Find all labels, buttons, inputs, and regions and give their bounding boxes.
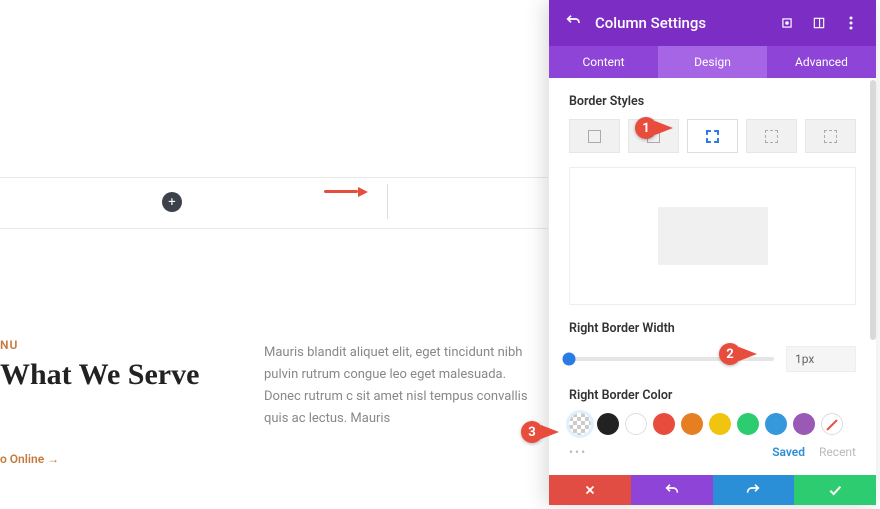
- action-bar: [549, 475, 876, 505]
- border-style-left[interactable]: [805, 119, 856, 153]
- callout-1: 1: [635, 117, 673, 139]
- order-online-link[interactable]: o Online →: [0, 452, 59, 466]
- back-icon[interactable]: [565, 13, 581, 33]
- preview-inner: [658, 207, 768, 265]
- discard-button[interactable]: [549, 475, 631, 505]
- swatch-green[interactable]: [737, 413, 759, 435]
- panel-header: Column Settings: [549, 0, 876, 46]
- tabs: Content Design Advanced: [549, 46, 876, 78]
- tab-content[interactable]: Content: [549, 46, 658, 78]
- swatch-blue[interactable]: [765, 413, 787, 435]
- add-section-button[interactable]: +: [162, 192, 182, 212]
- swatch-none[interactable]: [821, 413, 843, 435]
- divider: [0, 228, 548, 229]
- body-text: Mauris blandit aliquet elit, eget tincid…: [264, 342, 544, 430]
- right-border-width-label: Right Border Width: [569, 321, 856, 336]
- tab-design[interactable]: Design: [658, 46, 767, 78]
- slider-thumb[interactable]: [563, 353, 576, 366]
- swatch-yellow[interactable]: [709, 413, 731, 435]
- border-style-selector: [569, 119, 856, 153]
- recent-tab[interactable]: Recent: [819, 445, 856, 459]
- callout-2: 2: [719, 343, 757, 365]
- border-style-all[interactable]: [569, 119, 620, 153]
- section-eyebrow: NU: [0, 338, 18, 352]
- border-style-right[interactable]: [687, 119, 738, 153]
- tab-advanced[interactable]: Advanced: [767, 46, 876, 78]
- border-styles-label: Border Styles: [569, 94, 856, 109]
- column-separator: [387, 184, 388, 219]
- panel-title: Column Settings: [595, 14, 764, 32]
- page-title: What We Serve: [0, 358, 199, 392]
- undo-button[interactable]: [631, 475, 713, 505]
- border-style-bottom[interactable]: [746, 119, 797, 153]
- swatch-purple[interactable]: [793, 413, 815, 435]
- column-settings-panel: Column Settings Content Design Advanced …: [549, 0, 876, 505]
- redo-button[interactable]: [713, 475, 795, 505]
- plus-icon: +: [168, 196, 175, 209]
- right-border-color-label: Right Border Color: [569, 388, 856, 403]
- save-button[interactable]: [794, 475, 876, 505]
- saved-tab[interactable]: Saved: [772, 445, 805, 459]
- swatch-orange[interactable]: [681, 413, 703, 435]
- border-width-input[interactable]: 1px: [786, 346, 856, 372]
- swatch-transparent[interactable]: [569, 413, 591, 435]
- border-preview: [569, 167, 856, 305]
- more-dots-icon[interactable]: •••: [569, 445, 587, 459]
- expand-icon[interactable]: [778, 14, 796, 32]
- more-icon[interactable]: [842, 14, 860, 32]
- divider: [0, 177, 548, 178]
- arrow-right-icon: →: [47, 452, 59, 466]
- snap-icon[interactable]: [810, 14, 828, 32]
- color-swatches: [569, 413, 856, 435]
- swatch-black[interactable]: [597, 413, 619, 435]
- swatch-white[interactable]: [625, 413, 647, 435]
- scrollbar[interactable]: [870, 80, 876, 340]
- swatch-red[interactable]: [653, 413, 675, 435]
- instruction-arrow: [324, 190, 358, 193]
- callout-3: 3: [521, 421, 559, 443]
